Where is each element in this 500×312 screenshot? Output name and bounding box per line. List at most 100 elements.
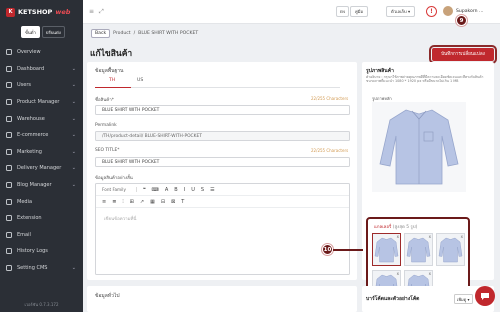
- editor-placeholder: เขียนข้อความที่นี่: [104, 217, 137, 222]
- product-name-counter: 22/255 Characters: [311, 96, 349, 101]
- remove-image-icon[interactable]: x: [397, 234, 399, 239]
- sidebar-item-blog-manager[interactable]: Blog Manager ⌄: [0, 177, 83, 194]
- gallery-title: แกลเลอรี่ (สูงสุด 5 รูป): [374, 223, 417, 230]
- toolbar_row2-tool-8-icon[interactable]: T: [181, 199, 184, 205]
- language-tabs: TH US: [95, 76, 340, 88]
- tab-th[interactable]: TH: [109, 78, 115, 83]
- sidebar-item-icon: [6, 132, 12, 139]
- product-images-title: รูปภาพสินค้า: [366, 68, 394, 74]
- sidebar-item-media[interactable]: Media: [0, 193, 83, 210]
- sidebar-item-history-logs[interactable]: History Logs: [0, 243, 83, 260]
- product-name-label: ชื่อสินค้า*: [95, 98, 114, 103]
- sidebar-item-label: Extension: [17, 215, 42, 222]
- toolbar_row1-tool-6-icon[interactable]: S: [201, 187, 204, 193]
- toolbar_row1-tool-3-icon[interactable]: B: [174, 187, 177, 193]
- sidebar-item-delivery-manager[interactable]: Delivery Manager ⌄: [0, 160, 83, 177]
- seo-title-input[interactable]: BLUE SHIRT WITH POCKET: [95, 157, 350, 167]
- sidebar: K KETSHOP web ขั้นต่ำ ปรับแต่ง Overview Da…: [0, 0, 83, 312]
- mode-basic-button[interactable]: ขั้นต่ำ: [21, 26, 40, 38]
- sidebar-item-email[interactable]: Email: [0, 227, 83, 244]
- gallery-thumbnail[interactable]: x: [372, 233, 401, 266]
- menu-toggle-icon[interactable]: ≡: [89, 8, 94, 16]
- font-family-select[interactable]: Font Family: [102, 187, 137, 192]
- image-note-line2: ขนาดภาพที่แนะนำ 1080 * 1920 px หรือมีขนา…: [366, 79, 459, 84]
- barcode-view-label: เพิ่มดู: [457, 296, 467, 302]
- remove-image-icon[interactable]: x: [429, 271, 431, 276]
- permalink-field[interactable]: /TH/product-detail/ BLUE-SHIRT-WITH-POCK…: [95, 131, 350, 141]
- gallery-thumbnail[interactable]: x: [404, 233, 433, 266]
- remove-image-icon[interactable]: x: [429, 234, 431, 239]
- product-name-input[interactable]: BLUE SHIRT WITH POCKET: [95, 105, 350, 115]
- breadcrumb-product[interactable]: Product: [113, 31, 130, 36]
- manual-button[interactable]: คู่มือ: [350, 6, 369, 17]
- toolbar_row2-tool-3-icon[interactable]: ⊞: [130, 199, 134, 205]
- mode-switch: ขั้นต่ำ ปรับแต่ง: [0, 24, 83, 38]
- sidebar-item-warehouse[interactable]: Warehouse ⌄: [0, 110, 83, 127]
- main-product-image[interactable]: [372, 102, 466, 192]
- toolbar_row1-tool-4-icon[interactable]: I: [184, 187, 185, 193]
- sidebar-item-label: Product Manager: [17, 99, 60, 106]
- chat-button[interactable]: [475, 286, 495, 306]
- seo-title-counter: 22/255 Characters: [311, 148, 349, 153]
- gallery-title-text: แกลเลอรี่: [374, 225, 392, 230]
- sidebar-item-e-commerce[interactable]: E-commerce ⌄: [0, 127, 83, 144]
- back-button[interactable]: Back: [91, 29, 111, 38]
- mode-custom-button[interactable]: ปรับแต่ง: [41, 26, 65, 38]
- editor-toolbar-row2: ≡ ≣ ⫶ ⊞ ↗ ▦ ⊟ ⊠ T: [96, 196, 349, 208]
- sidebar-item-extension[interactable]: Extension: [0, 210, 83, 227]
- save-changes-button[interactable]: บันทึกการเปลี่ยนแปลง: [428, 44, 498, 65]
- general-info-card: ข้อมูลทั่วไป: [87, 286, 357, 312]
- sidebar-item-icon: [6, 215, 12, 222]
- sidebar-item-label: Users: [17, 82, 32, 89]
- gallery-thumbnail[interactable]: x: [436, 233, 465, 266]
- sidebar-item-icon: [6, 65, 12, 72]
- notification-alert-icon[interactable]: !: [426, 6, 437, 17]
- sidebar-item-icon: [6, 265, 12, 272]
- avatar[interactable]: [443, 6, 453, 16]
- expand-icon[interactable]: ⤢: [99, 8, 104, 16]
- remove-image-icon[interactable]: x: [461, 234, 463, 239]
- sidebar-item-marketing[interactable]: Marketing ⌄: [0, 144, 83, 161]
- main-image-label: รูปภาพหลัก: [372, 96, 392, 101]
- sidebar-item-icon: [6, 99, 12, 106]
- store-select[interactable]: ตัวเลเก็บ ▾: [386, 6, 416, 17]
- chat-icon: [481, 293, 489, 300]
- toolbar_row1-tool-0-icon[interactable]: ❝: [143, 187, 146, 193]
- toolbar_row2-tool-6-icon[interactable]: ⊟: [161, 199, 165, 205]
- sidebar-item-setting-cms[interactable]: Setting CMS ⌄: [0, 260, 83, 277]
- sidebar-item-label: Warehouse: [17, 115, 45, 122]
- toolbar_row1-tool-1-icon[interactable]: ⌨: [152, 187, 159, 193]
- sidebar-item-icon: [6, 165, 12, 172]
- toolbar_row2-tool-0-icon[interactable]: ≡: [102, 199, 106, 205]
- chevron-down-icon: ⌄: [71, 65, 76, 72]
- toolbar_row1-tool-5-icon[interactable]: U: [191, 187, 195, 193]
- toolbar_row2-tool-7-icon[interactable]: ⊠: [171, 199, 175, 205]
- image-note: คำอธิบาย : กรุณาใช้ภาพถ่ายคุณภาพดีที่มีค…: [366, 75, 492, 84]
- toolbar_row2-tool-1-icon[interactable]: ≣: [112, 199, 116, 205]
- chevron-down-icon: ⌄: [71, 132, 76, 139]
- toolbar_row2-tool-4-icon[interactable]: ↗: [140, 199, 144, 205]
- step-badge-save: 9: [456, 15, 467, 26]
- toolbar_row1-tool-7-icon[interactable]: ☰: [210, 187, 214, 193]
- tab-us[interactable]: US: [137, 78, 143, 83]
- short-description-editor[interactable]: Font Family ❝ ⌨ A B I U S ☰ ≡ ≣ ⫶ ⊞ ↗ ▦ ⊟ ⊠ T เขียนข้อค…: [95, 183, 350, 275]
- user-name[interactable]: Supakorn ...: [456, 9, 483, 14]
- sidebar-nav: Overview Dashboard ⌄ Users ⌄ Product Manager ⌄…: [0, 44, 83, 276]
- remove-image-icon[interactable]: x: [397, 271, 399, 276]
- sidebar-item-dashboard[interactable]: Dashboard ⌄: [0, 61, 83, 78]
- brand-mark-icon: K: [6, 7, 15, 17]
- language-flag-button[interactable]: EN: [336, 6, 349, 17]
- store-label: ตัวเลเก็บ: [391, 9, 407, 14]
- sidebar-item-overview[interactable]: Overview: [0, 44, 83, 61]
- basic-info-title: ข้อมูลพื้นฐาน: [95, 68, 124, 74]
- sidebar-item-users[interactable]: Users ⌄: [0, 77, 83, 94]
- barcode-view-button[interactable]: เพิ่มดู ▾: [454, 294, 473, 304]
- product-images-card: รูปภาพสินค้า คำอธิบาย : กรุณาใช้ภาพถ่ายค…: [322, 62, 494, 312]
- toolbar_row2-tool-5-icon[interactable]: ▦: [150, 199, 155, 205]
- gallery-limit: (สูงสุด 5 รูป): [392, 225, 418, 230]
- chevron-down-icon: ⌄: [71, 99, 76, 106]
- toolbar_row1-tool-2-icon[interactable]: A: [165, 187, 168, 193]
- sidebar-item-product-manager[interactable]: Product Manager ⌄: [0, 94, 83, 111]
- brand-logo[interactable]: K KETSHOP web: [0, 0, 83, 24]
- toolbar_row2-tool-2-icon[interactable]: ⫶: [122, 199, 123, 205]
